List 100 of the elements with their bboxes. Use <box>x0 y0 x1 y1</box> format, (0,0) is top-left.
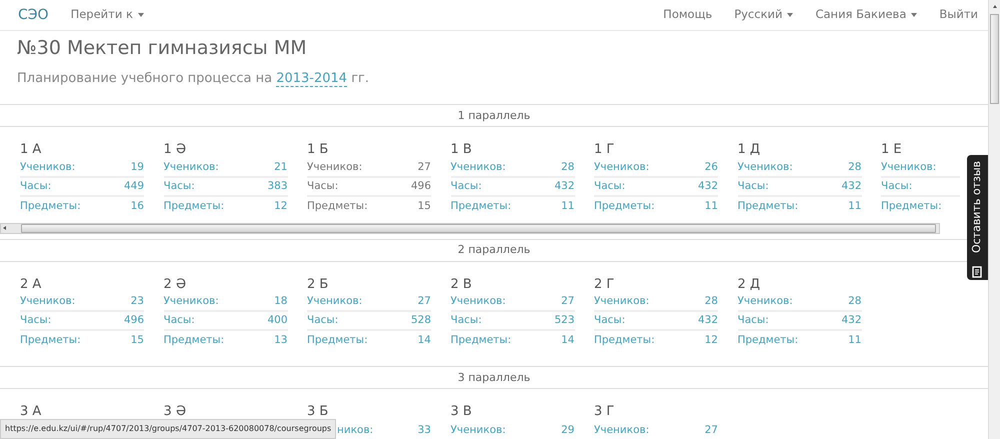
stat-value: 27 <box>561 294 574 310</box>
stat-value: 432 <box>554 178 574 194</box>
stat-value: 23 <box>130 294 144 310</box>
stat-value: 28 <box>561 160 574 175</box>
stat-link[interactable]: Предметы: <box>164 333 224 349</box>
left-arrow-icon[interactable] <box>1 224 9 232</box>
stat-link[interactable]: Учеников: <box>450 294 506 310</box>
horizontal-scrollbar[interactable] <box>0 222 940 234</box>
stat-link[interactable]: Часы: <box>164 313 195 329</box>
stat-link[interactable]: Учеников: <box>594 160 650 176</box>
class-name: 2 Б <box>307 276 330 292</box>
stat-link[interactable]: Предметы: <box>20 198 81 214</box>
caret-icon <box>911 13 918 17</box>
stat-label: Часы: <box>307 178 338 194</box>
dropdown-menu-link[interactable]: Перейти к <box>70 6 144 24</box>
stat-link[interactable]: Учеников: <box>450 160 506 176</box>
stat-link[interactable]: Часы: <box>450 313 482 329</box>
stat-link[interactable]: Учеников: <box>20 160 76 176</box>
stat-value: 28 <box>704 294 718 310</box>
stat-value: 432 <box>841 178 862 194</box>
vertical-scrollbar[interactable] <box>988 0 1000 439</box>
class-name: 1 А <box>20 142 42 158</box>
stat-link[interactable]: Часы: <box>738 178 769 194</box>
section-header: 1 параллель <box>0 104 988 128</box>
year-link[interactable]: 2013-2014 <box>276 70 348 87</box>
stat-link[interactable]: Предметы: <box>450 333 512 349</box>
stat-value: 528 <box>410 313 431 328</box>
stat-value: 11 <box>848 333 862 348</box>
class-name: 1 Г <box>594 142 616 158</box>
caret-icon <box>138 13 144 17</box>
class-name: 1 Ә <box>164 142 188 158</box>
note-icon <box>972 266 983 278</box>
stat-link[interactable]: Учеников: <box>450 422 506 438</box>
stat-value: 496 <box>410 178 431 194</box>
section-header: 3 параллель <box>0 366 988 390</box>
stat-link[interactable]: Часы: <box>307 313 338 329</box>
stat-value: 26 <box>704 160 718 175</box>
brand-logo[interactable]: СЭО <box>18 4 49 26</box>
stat-value: 28 <box>848 160 862 175</box>
stat-value: 27 <box>704 422 718 438</box>
feedback-tab[interactable]: Оставить отзыв <box>967 155 988 280</box>
stat-value: 432 <box>841 313 862 328</box>
stat-link[interactable]: Предметы: <box>738 333 798 349</box>
stat-link[interactable]: Предметы: <box>164 198 224 214</box>
stat-link[interactable]: Предметы: <box>20 333 81 349</box>
stat-value: 12 <box>274 198 288 214</box>
stat-value: 15 <box>130 333 144 348</box>
class-name: 3 В <box>450 404 473 420</box>
stat-link[interactable]: Учеников: <box>307 294 362 310</box>
stat-link[interactable]: Учеников: <box>164 160 219 176</box>
stat-link[interactable]: Предметы: <box>450 198 512 214</box>
stat-link[interactable]: Учеников: <box>20 294 76 310</box>
stat-link[interactable]: Часы: <box>881 178 912 194</box>
stat-value: 21 <box>274 160 288 175</box>
nav-link[interactable]: Выйти <box>939 6 978 24</box>
class-name: 2 Д <box>738 276 762 292</box>
class-name: 1 Б <box>307 142 330 158</box>
stat-value: 29 <box>561 422 574 438</box>
stat-link[interactable]: Часы: <box>594 313 626 329</box>
stat-link[interactable]: Предметы: <box>594 333 655 349</box>
stat-link[interactable]: Предметы: <box>881 198 942 214</box>
nav-link[interactable]: Помощь <box>663 6 712 24</box>
stat-value: 449 <box>124 178 144 194</box>
stat-value: 28 <box>848 294 862 310</box>
class-name: 1 Е <box>881 142 903 158</box>
stat-value: 11 <box>704 198 718 214</box>
stat-link[interactable]: Предметы: <box>307 333 368 349</box>
stat-link[interactable]: Часы: <box>20 313 52 329</box>
stat-link[interactable]: Часы: <box>738 313 769 329</box>
dropdown-menu-link[interactable]: Русский <box>734 6 794 24</box>
stat-link[interactable]: Предметы: <box>738 198 798 214</box>
scrollbar-thumb[interactable] <box>990 14 999 104</box>
class-name: 3 Б <box>307 404 330 420</box>
stat-value: 523 <box>554 313 574 328</box>
stat-value: 27 <box>418 160 431 175</box>
stat-link[interactable]: Часы: <box>20 178 52 194</box>
stat-link[interactable]: Часы: <box>450 178 482 194</box>
stat-link[interactable]: Учеников: <box>594 294 650 310</box>
stat-link[interactable]: Предметы: <box>594 198 655 214</box>
class-name: 1 Д <box>738 142 762 158</box>
stat-value: 400 <box>267 313 288 328</box>
stat-value: 16 <box>130 198 144 214</box>
stat-value: 11 <box>561 198 574 214</box>
stat-link[interactable]: Учеников: <box>594 422 650 438</box>
class-name: 3 А <box>20 404 42 420</box>
stat-link[interactable]: Учеников: <box>738 160 793 176</box>
stat-link[interactable]: Часы: <box>594 178 626 194</box>
stat-link[interactable]: Учеников: <box>738 294 793 310</box>
class-name: 2 В <box>450 276 473 292</box>
stat-value: 432 <box>698 313 718 328</box>
stat-link[interactable]: Часы: <box>164 178 195 194</box>
dropdown-menu-link[interactable]: Сания Бакиева <box>815 6 918 24</box>
stat-value: 18 <box>274 294 288 310</box>
status-url-tooltip: https://e.edu.kz/ui/#/rup/4707/2013/groups/4707-2013-620080078/coursegroups <box>0 419 336 439</box>
stat-link[interactable]: Учеников: <box>164 294 219 310</box>
stat-value: 15 <box>418 198 431 214</box>
stat-value: 432 <box>698 178 718 194</box>
class-name: 1 В <box>450 142 473 158</box>
stat-link[interactable]: Учеников: <box>881 160 936 176</box>
stat-link[interactable]: ников: <box>337 422 374 438</box>
